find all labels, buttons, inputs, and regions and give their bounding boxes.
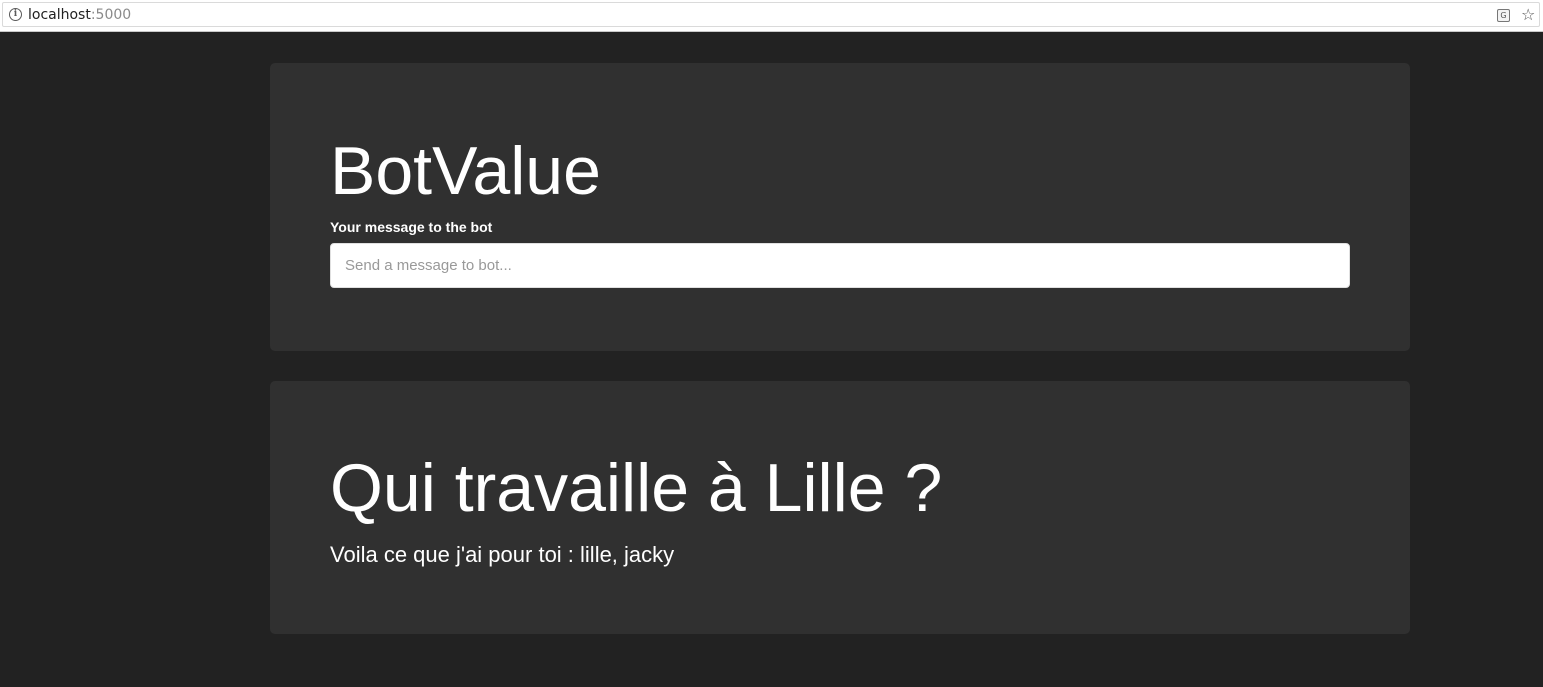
app-title: BotValue [330,133,601,209]
question-heading: Qui travaille à Lille ? [330,450,943,526]
info-icon[interactable]: i [9,8,22,21]
url-port: :5000 [90,7,132,23]
translate-icon[interactable]: G [1497,9,1510,22]
message-input[interactable] [330,243,1350,288]
browser-toolbar: i localhost:5000 G ☆ [0,0,1543,32]
response-card: Qui travaille à Lille ? Voila ce que j'a… [270,381,1410,634]
url-host: localhost [28,7,91,23]
bot-answer: Voila ce que j'ai pour toi : lille, jack… [330,542,675,567]
address-bar[interactable]: i localhost:5000 G ☆ [2,2,1540,27]
message-card: BotValue Your message to the bot [270,63,1410,351]
message-input-label: Your message to the bot [330,219,493,235]
url-text[interactable]: localhost:5000 [28,6,131,24]
star-icon[interactable]: ☆ [1521,6,1535,24]
